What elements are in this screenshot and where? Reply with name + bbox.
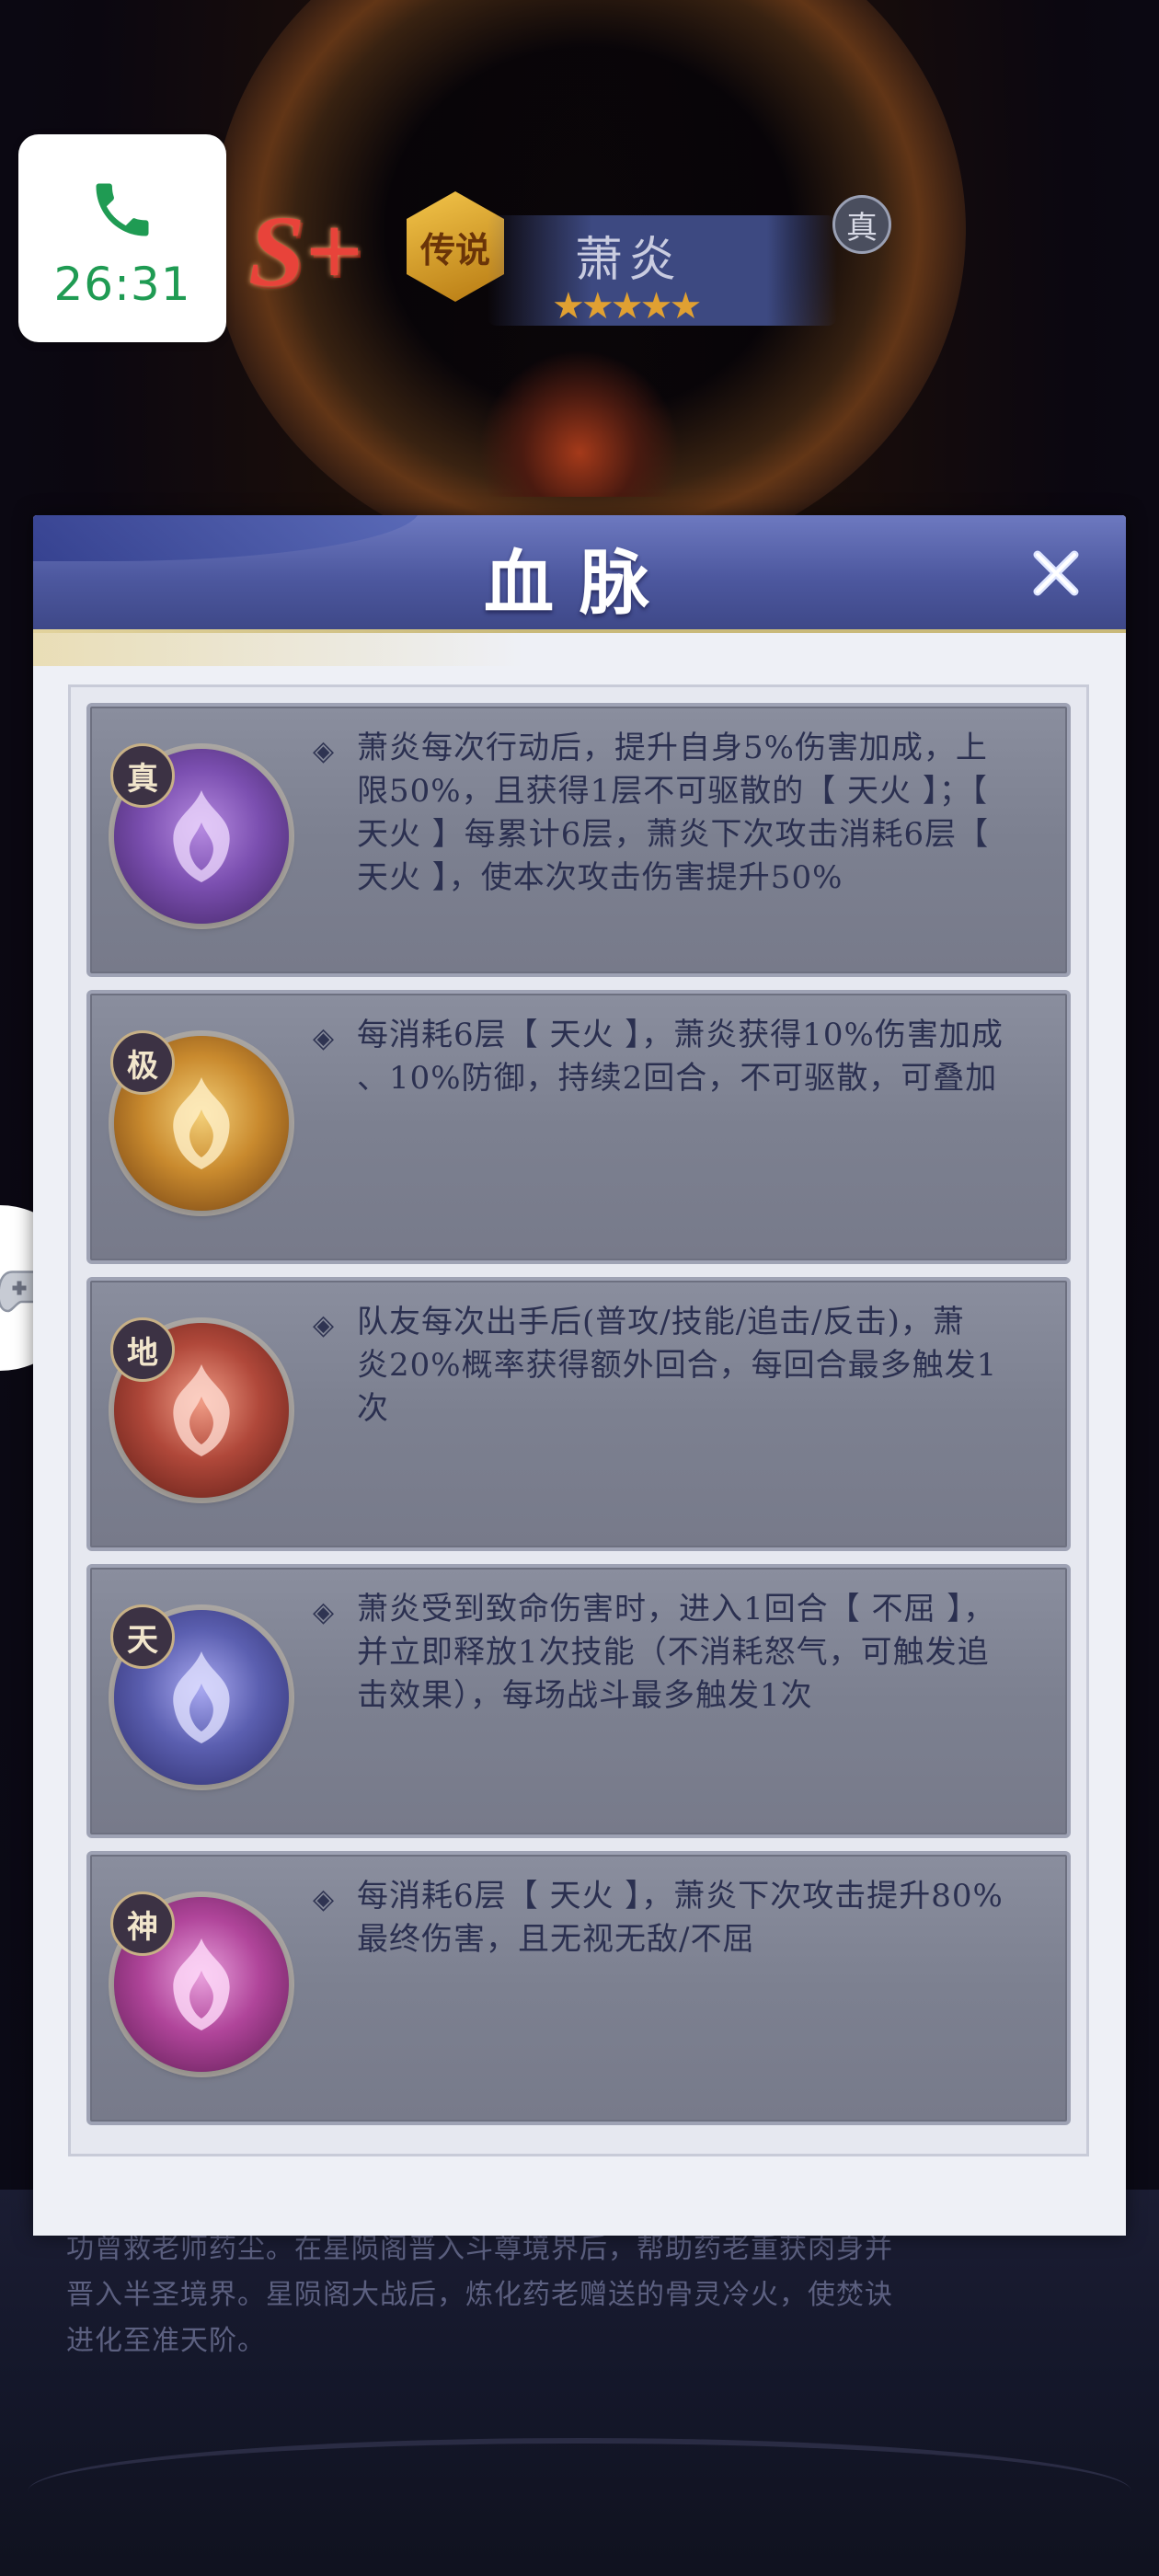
- tier-badge: 天: [110, 1604, 175, 1669]
- bloodline-description: 队友每次出手后(普攻/技能/追击/反击)，萧 炎20%概率获得额外回合，每回合最…: [357, 1301, 1056, 1431]
- close-icon: [1033, 550, 1079, 596]
- description-line: 萧炎每次行动后，提升自身5%伤害加成，上: [357, 730, 988, 766]
- bloodline-description: 萧炎受到致命伤害时，进入1回合【 不屈 】， 并立即释放1次技能（不消耗怒气，可…: [357, 1588, 1056, 1718]
- diamond-bullet-icon: ◈: [313, 1309, 335, 1341]
- bloodline-card-heaven: 天 ◈ 萧炎受到致命伤害时，进入1回合【 不屈 】， 并立即释放1次技能（不消耗…: [86, 1564, 1071, 1838]
- bloodline-description: 萧炎每次行动后，提升自身5%伤害加成，上 限50%，且获得1层不可驱散的【 天火…: [357, 727, 1056, 900]
- rank-badge: S+: [248, 195, 362, 307]
- bloodline-card-earth: 地 ◈ 队友每次出手后(普攻/技能/追击/反击)，萧 炎20%概率获得额外回合，…: [86, 1277, 1071, 1551]
- tier-badge: 极: [110, 1030, 175, 1095]
- flame-icon: [155, 786, 247, 887]
- hero-name: 萧炎: [575, 233, 683, 288]
- description-line: 炎20%概率获得额外回合，每回合最多触发1: [357, 1347, 998, 1384]
- true-form-mark: 真: [832, 195, 891, 254]
- hero-header: S+ 传说 萧炎 ★★★★★ 真: [248, 175, 911, 350]
- bloodline-icon: 地: [110, 1317, 289, 1498]
- bloodline-card-true: 真 ◈ 萧炎每次行动后，提升自身5%伤害加成，上 限50%，且获得1层不可驱散的…: [86, 703, 1071, 977]
- story-line: 晋入半圣境界。星陨阁大战后，炼化药老赠送的骨灵冷火，使焚诀: [66, 2279, 893, 2311]
- description-line: 次: [357, 1390, 389, 1427]
- hero-stars: ★★★★★: [552, 285, 702, 328]
- hero-crown-decoration: [478, 350, 681, 497]
- flame-icon: [155, 1073, 247, 1174]
- diamond-bullet-icon: ◈: [313, 1022, 335, 1054]
- call-timer-widget[interactable]: 26:31: [18, 134, 226, 342]
- flame-icon: [155, 1647, 247, 1748]
- description-line: 队友每次出手后(普攻/技能/追击/反击)，萧: [357, 1304, 965, 1340]
- flame-icon: [155, 1934, 247, 2035]
- bloodline-icon: 天: [110, 1604, 289, 1785]
- diamond-bullet-icon: ◈: [313, 735, 335, 767]
- tier-badge: 神: [110, 1892, 175, 1956]
- story-line: 进化至准天阶。: [66, 2325, 266, 2357]
- description-line: 每消耗6层【 天火 】，萧炎下次攻击提升80%: [357, 1878, 1004, 1915]
- hero-background-story: 功曾救老师药尘。在星陨阁晋入斗尊境界后，帮助药老重获肉身并 晋入半圣境界。星陨阁…: [66, 2226, 1096, 2364]
- diamond-bullet-icon: ◈: [313, 1596, 335, 1628]
- bloodline-card-extreme: 极 ◈ 每消耗6层【 天火 】，萧炎获得10%伤害加成 、10%防御，持续2回合…: [86, 990, 1071, 1264]
- tier-badge: 地: [110, 1317, 175, 1382]
- description-line: 击效果），每场战斗最多触发1次: [357, 1677, 813, 1714]
- bloodline-icon: 真: [110, 743, 289, 924]
- background-swoosh: [28, 2438, 1131, 2545]
- bloodline-description: 每消耗6层【 天火 】，萧炎下次攻击提升80% 最终伤害，且无视无敌/不屈: [357, 1875, 1056, 1961]
- description-line: 天火 】每累计6层，萧炎下次攻击消耗6层【: [357, 816, 990, 853]
- description-line: 萧炎受到致命伤害时，进入1回合【 不屈 】，: [357, 1591, 996, 1627]
- tier-badge: 真: [110, 743, 175, 808]
- bloodline-icon: 神: [110, 1892, 289, 2072]
- header-swoosh: [33, 629, 1126, 666]
- close-button[interactable]: [1022, 539, 1090, 607]
- description-line: 并立即释放1次技能（不消耗怒气，可触发追: [357, 1634, 990, 1671]
- bloodline-modal: 血脉 真 ◈ 萧炎每次行动后，提升自身5%伤害加成，上 限50%，且获得1层不可…: [33, 515, 1126, 2236]
- modal-title: 血脉: [484, 542, 675, 624]
- description-line: 天火 】，使本次攻击伤害提升50%: [357, 859, 843, 896]
- bloodline-description: 每消耗6层【 天火 】，萧炎获得10%伤害加成 、10%防御，持续2回合，不可驱…: [357, 1014, 1056, 1100]
- modal-header: 血脉: [33, 515, 1126, 633]
- description-line: 最终伤害，且无视无敌/不屈: [357, 1921, 755, 1958]
- phone-icon: [96, 183, 149, 236]
- description-line: 每消耗6层【 天火 】，萧炎获得10%伤害加成: [357, 1017, 1004, 1053]
- description-line: 限50%，且获得1层不可驱散的【 天火 】；【: [357, 773, 988, 810]
- bloodline-icon: 极: [110, 1030, 289, 1211]
- flame-icon: [155, 1360, 247, 1461]
- description-line: 、10%防御，持续2回合，不可驱散，可叠加: [357, 1060, 998, 1097]
- bloodline-card-divine: 神 ◈ 每消耗6层【 天火 】，萧炎下次攻击提升80% 最终伤害，且无视无敌/不…: [86, 1851, 1071, 2125]
- call-duration: 26:31: [53, 258, 191, 311]
- diamond-bullet-icon: ◈: [313, 1883, 335, 1915]
